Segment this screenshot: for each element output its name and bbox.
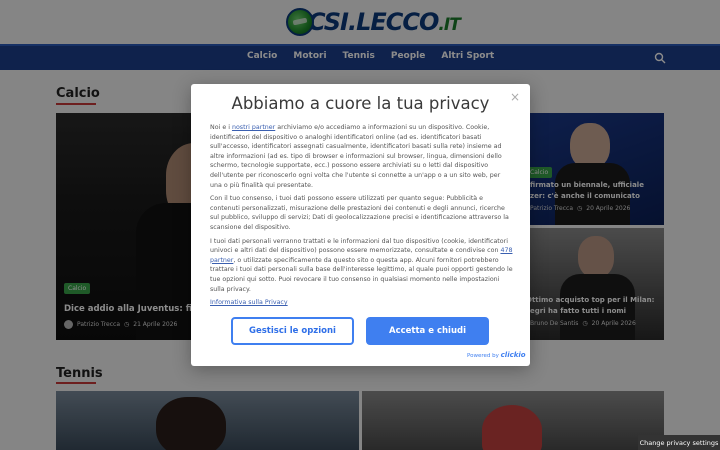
dialog-body: Noi e i nostri partner archiviamo e/o ac… bbox=[210, 123, 514, 312]
manage-options-button[interactable]: Gestisci le opzioni bbox=[231, 317, 354, 345]
partners-link[interactable]: nostri partner bbox=[232, 124, 275, 131]
powered-by-clickio[interactable]: Powered by clickio bbox=[467, 351, 526, 359]
consent-paragraph-1: Noi e i nostri partner archiviamo e/o ac… bbox=[210, 124, 502, 189]
privacy-consent-dialog: Abbiamo a cuore la tua privacy × Noi e i… bbox=[191, 84, 530, 366]
change-privacy-settings-button[interactable]: Change privacy settings bbox=[638, 435, 720, 450]
close-icon[interactable]: × bbox=[510, 90, 520, 104]
accept-and-close-button[interactable]: Accetta e chiudi bbox=[366, 317, 489, 345]
consent-paragraph-2: Con il tuo consenso, i tuoi dati possono… bbox=[210, 195, 509, 231]
consent-paragraph-3: I tuoi dati personali verranno trattati … bbox=[210, 237, 513, 293]
privacy-policy-link[interactable]: Informativa sulla Privacy bbox=[210, 299, 288, 306]
dialog-title: Abbiamo a cuore la tua privacy bbox=[231, 94, 490, 113]
